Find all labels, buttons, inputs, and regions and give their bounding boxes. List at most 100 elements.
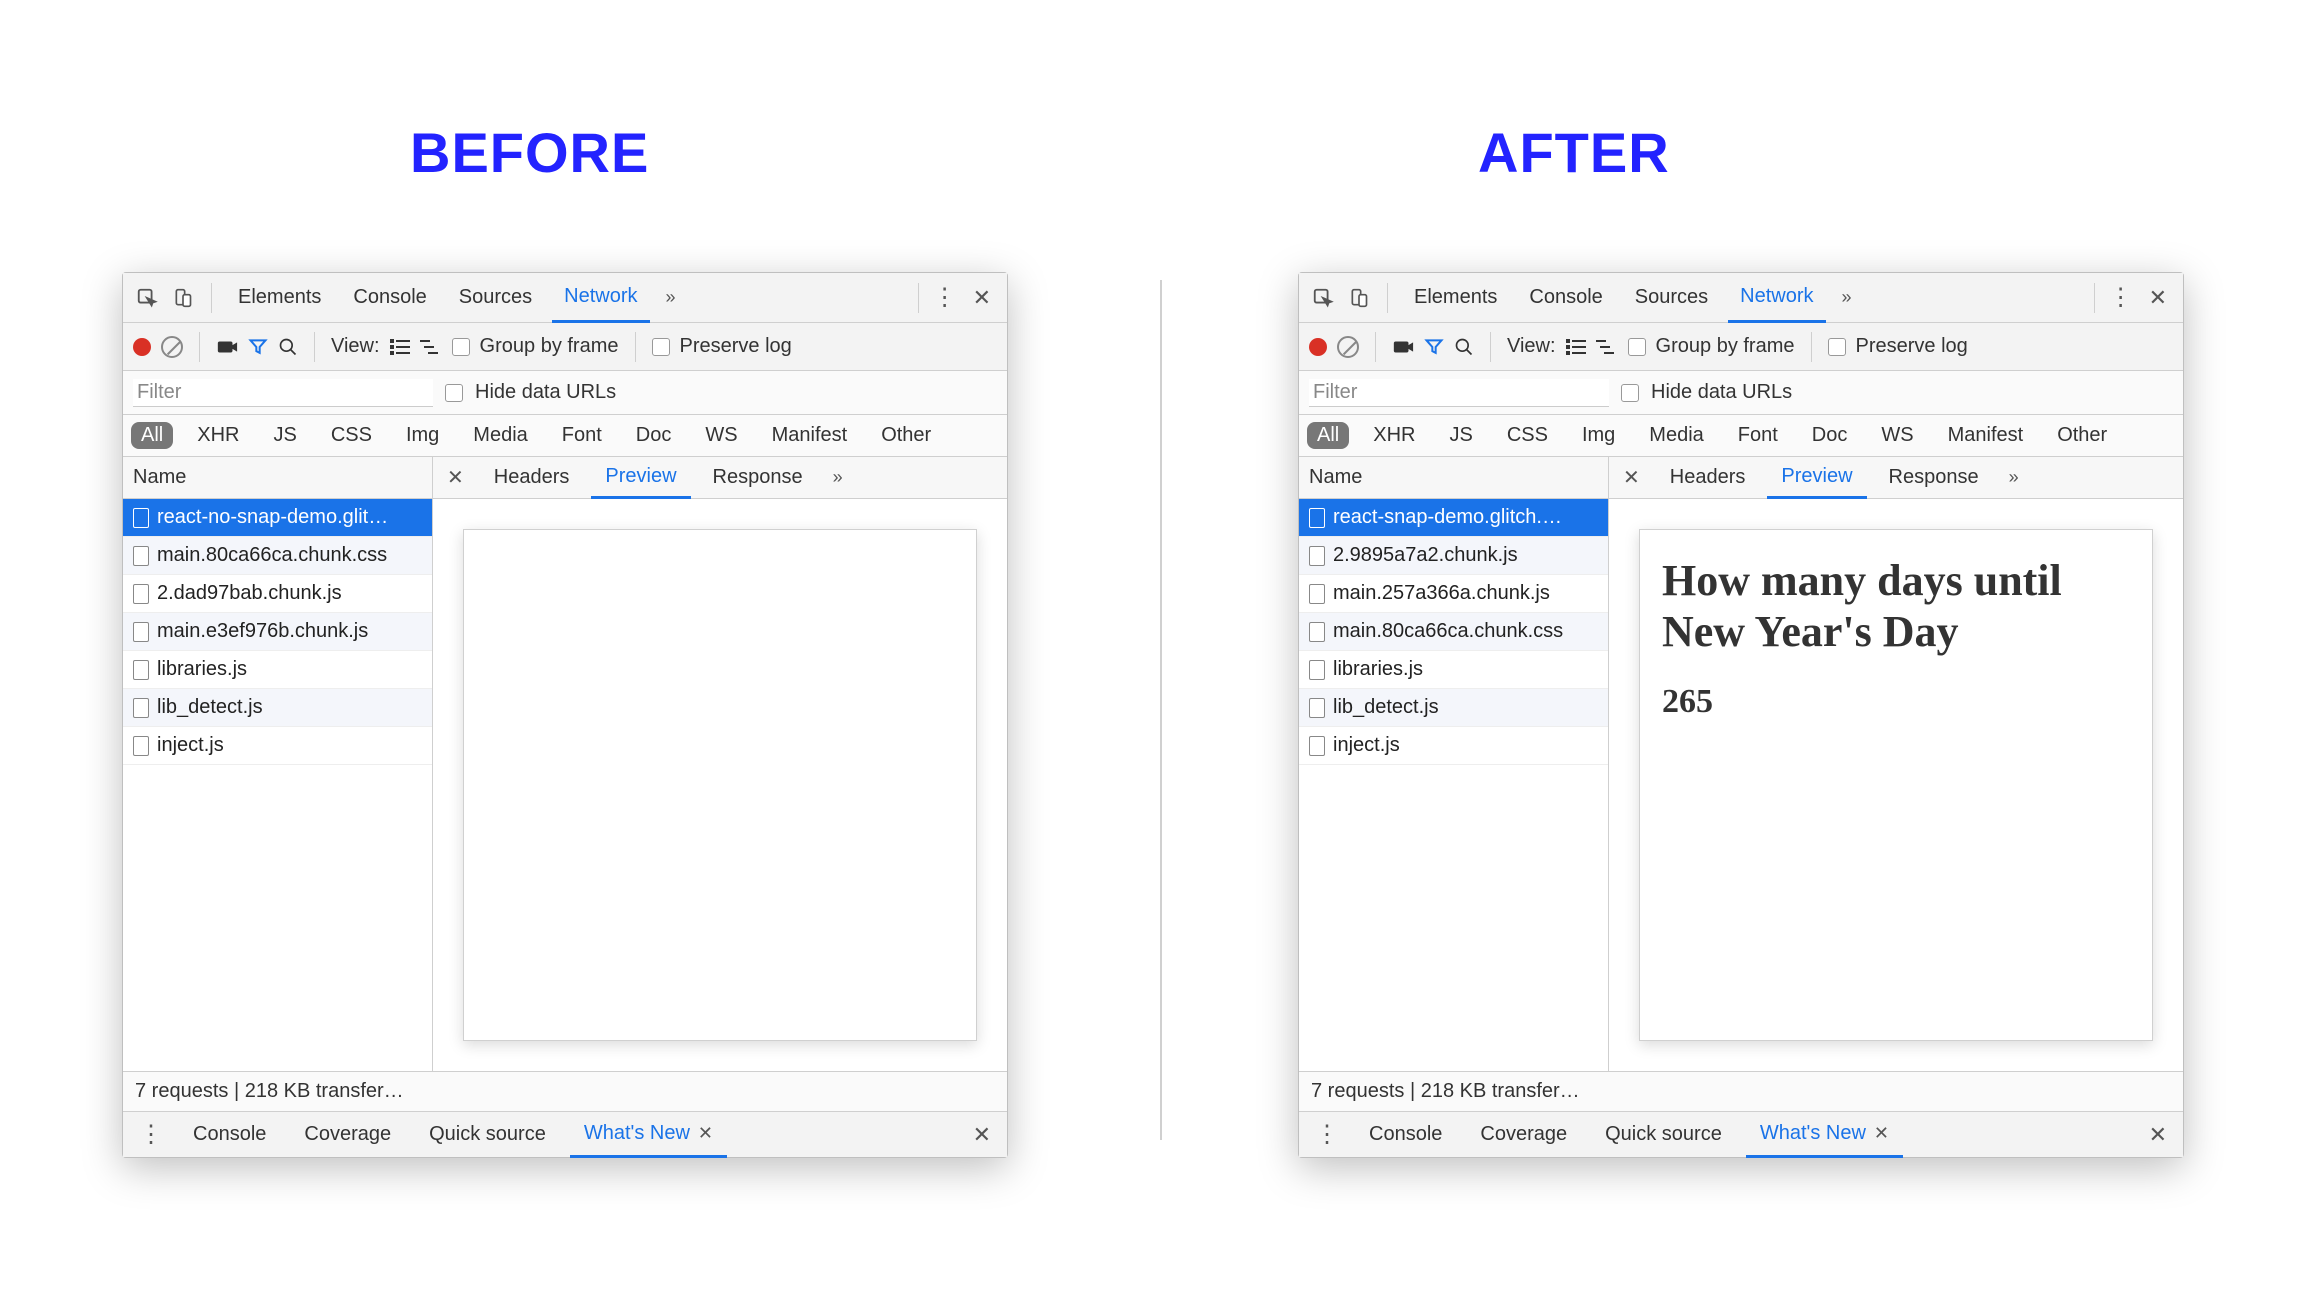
request-row[interactable]: main.80ca66ca.chunk.css (1299, 613, 1608, 651)
request-row[interactable]: react-snap-demo.glitch.… (1299, 499, 1608, 537)
clear-icon[interactable] (161, 336, 183, 358)
type-ws[interactable]: WS (1871, 422, 1923, 449)
search-icon[interactable] (1454, 337, 1474, 357)
tab-sources[interactable]: Sources (447, 273, 544, 322)
type-other[interactable]: Other (2047, 422, 2117, 449)
request-row[interactable]: inject.js (1299, 727, 1608, 765)
request-row[interactable]: libraries.js (123, 651, 432, 689)
large-rows-icon[interactable] (1566, 339, 1586, 355)
drawer-tab-console[interactable]: Console (179, 1112, 280, 1157)
large-rows-icon[interactable] (390, 339, 410, 355)
drawer-tab-quick-source[interactable]: Quick source (1591, 1112, 1736, 1157)
request-row[interactable]: main.257a366a.chunk.js (1299, 575, 1608, 613)
type-media[interactable]: Media (1639, 422, 1713, 449)
tab-elements[interactable]: Elements (226, 273, 333, 322)
record-icon[interactable] (133, 338, 151, 356)
filter-icon[interactable] (1424, 337, 1444, 357)
tab-console[interactable]: Console (341, 273, 438, 322)
close-drawer-tab-icon[interactable]: ✕ (698, 1123, 713, 1144)
request-row[interactable]: inject.js (123, 727, 432, 765)
close-detail-icon[interactable]: ✕ (1615, 465, 1648, 490)
request-row[interactable]: 2.9895a7a2.chunk.js (1299, 537, 1608, 575)
hide-data-urls-checkbox[interactable] (445, 384, 463, 402)
type-img[interactable]: Img (1572, 422, 1625, 449)
type-doc[interactable]: Doc (626, 422, 682, 449)
group-by-frame-checkbox[interactable] (452, 338, 470, 356)
device-toolbar-icon[interactable] (1345, 284, 1373, 312)
request-row[interactable]: react-no-snap-demo.glit… (123, 499, 432, 537)
type-font[interactable]: Font (552, 422, 612, 449)
detail-tab-headers[interactable]: Headers (480, 457, 584, 498)
close-devtools-icon[interactable]: ✕ (2143, 285, 2173, 311)
request-list-header[interactable]: Name (1299, 457, 1608, 499)
waterfall-icon[interactable] (420, 339, 442, 355)
tab-elements[interactable]: Elements (1402, 273, 1509, 322)
screenshot-icon[interactable] (216, 338, 238, 356)
clear-icon[interactable] (1337, 336, 1359, 358)
close-devtools-icon[interactable]: ✕ (967, 285, 997, 311)
close-drawer-icon[interactable]: ✕ (967, 1122, 997, 1148)
filter-input[interactable]: Filter (1309, 379, 1609, 407)
preserve-log-checkbox[interactable] (1828, 338, 1846, 356)
detail-tab-response[interactable]: Response (1875, 457, 1993, 498)
detail-tab-headers[interactable]: Headers (1656, 457, 1760, 498)
tab-console[interactable]: Console (1517, 273, 1614, 322)
waterfall-icon[interactable] (1596, 339, 1618, 355)
filter-input[interactable]: Filter (133, 379, 433, 407)
request-row[interactable]: main.e3ef976b.chunk.js (123, 613, 432, 651)
close-drawer-icon[interactable]: ✕ (2143, 1122, 2173, 1148)
device-toolbar-icon[interactable] (169, 284, 197, 312)
request-row[interactable]: lib_detect.js (123, 689, 432, 727)
type-xhr[interactable]: XHR (1363, 422, 1425, 449)
drawer-menu-icon[interactable]: ⋮ (1309, 1120, 1345, 1149)
filter-icon[interactable] (248, 337, 268, 357)
type-media[interactable]: Media (463, 422, 537, 449)
tab-network[interactable]: Network (1728, 274, 1825, 323)
inspect-icon[interactable] (133, 284, 161, 312)
drawer-tab-console[interactable]: Console (1355, 1112, 1456, 1157)
detail-tabs-overflow-icon[interactable]: » (2001, 467, 2027, 488)
type-manifest[interactable]: Manifest (762, 422, 858, 449)
type-manifest[interactable]: Manifest (1938, 422, 2034, 449)
request-row[interactable]: 2.dad97bab.chunk.js (123, 575, 432, 613)
tab-network[interactable]: Network (552, 274, 649, 323)
type-all[interactable]: All (131, 422, 173, 449)
type-css[interactable]: CSS (1497, 422, 1558, 449)
record-icon[interactable] (1309, 338, 1327, 356)
detail-tab-preview[interactable]: Preview (1767, 458, 1866, 499)
kebab-menu-icon[interactable]: ⋮ (933, 283, 959, 312)
group-by-frame-checkbox[interactable] (1628, 338, 1646, 356)
type-all[interactable]: All (1307, 422, 1349, 449)
detail-tabs-overflow-icon[interactable]: » (825, 467, 851, 488)
preserve-log-checkbox[interactable] (652, 338, 670, 356)
detail-tab-response[interactable]: Response (699, 457, 817, 498)
kebab-menu-icon[interactable]: ⋮ (2109, 283, 2135, 312)
screenshot-icon[interactable] (1392, 338, 1414, 356)
close-drawer-tab-icon[interactable]: ✕ (1874, 1123, 1889, 1144)
request-row[interactable]: libraries.js (1299, 651, 1608, 689)
request-row[interactable]: main.80ca66ca.chunk.css (123, 537, 432, 575)
close-detail-icon[interactable]: ✕ (439, 465, 472, 490)
type-img[interactable]: Img (396, 422, 449, 449)
tab-sources[interactable]: Sources (1623, 273, 1720, 322)
type-css[interactable]: CSS (321, 422, 382, 449)
search-icon[interactable] (278, 337, 298, 357)
drawer-tab-whats-new[interactable]: What's New ✕ (1746, 1113, 1903, 1158)
type-ws[interactable]: WS (695, 422, 747, 449)
type-other[interactable]: Other (871, 422, 941, 449)
inspect-icon[interactable] (1309, 284, 1337, 312)
drawer-menu-icon[interactable]: ⋮ (133, 1120, 169, 1149)
drawer-tab-coverage[interactable]: Coverage (1466, 1112, 1581, 1157)
request-list-header[interactable]: Name (123, 457, 432, 499)
tabs-overflow-icon[interactable]: » (1834, 287, 1860, 308)
type-font[interactable]: Font (1728, 422, 1788, 449)
drawer-tab-whats-new[interactable]: What's New ✕ (570, 1113, 727, 1158)
detail-tab-preview[interactable]: Preview (591, 458, 690, 499)
type-doc[interactable]: Doc (1802, 422, 1858, 449)
drawer-tab-quick-source[interactable]: Quick source (415, 1112, 560, 1157)
drawer-tab-coverage[interactable]: Coverage (290, 1112, 405, 1157)
type-xhr[interactable]: XHR (187, 422, 249, 449)
type-js[interactable]: JS (263, 422, 306, 449)
tabs-overflow-icon[interactable]: » (658, 287, 684, 308)
hide-data-urls-checkbox[interactable] (1621, 384, 1639, 402)
